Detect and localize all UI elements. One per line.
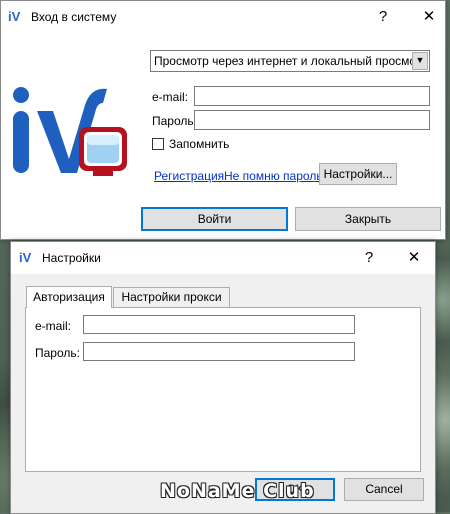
login-button[interactable]: Войти <box>141 207 288 231</box>
tab-proxy-label: Настройки прокси <box>121 290 222 304</box>
register-link[interactable]: Регистрация <box>154 169 224 183</box>
close-button[interactable]: Закрыть <box>295 207 441 231</box>
tab-authorization[interactable]: Авторизация <box>26 286 112 308</box>
iv-logo <box>7 83 137 193</box>
login-titlebar: iV Вход в систему ? ✕ <box>1 1 445 33</box>
tab-authorization-label: Авторизация <box>33 290 105 304</box>
password-label: Пароль: <box>35 346 80 360</box>
settings-window: iV Настройки ? ✕ Авторизация Настройки п… <box>10 241 436 514</box>
remember-checkbox[interactable] <box>152 138 164 150</box>
settings-titlebar: iV Настройки ? ✕ <box>11 242 435 274</box>
password-field[interactable] <box>83 342 355 361</box>
email-field[interactable] <box>194 86 430 106</box>
view-mode-value: Просмотр через интернет и локальный прос… <box>154 54 429 68</box>
login-window-title: Вход в систему <box>31 10 117 24</box>
help-button[interactable]: ? <box>371 6 395 28</box>
view-mode-select[interactable]: Просмотр через интернет и локальный прос… <box>150 50 430 72</box>
email-label: e-mail: <box>35 319 72 333</box>
email-label: e-mail: <box>152 90 189 104</box>
help-button[interactable]: ? <box>357 247 381 269</box>
tab-proxy-settings[interactable]: Настройки прокси <box>113 287 230 307</box>
app-icon: iV <box>8 9 21 24</box>
watermark-text: NoNaMe Club <box>160 480 315 502</box>
remember-label: Запомнить <box>169 137 230 151</box>
login-window: iV Вход в систему ? ✕ Просмотр через инт… <box>0 0 446 240</box>
forgot-password-link[interactable]: Не помню пароль <box>224 169 323 183</box>
iv-logo-icon <box>13 87 127 176</box>
close-window-button[interactable]: ✕ <box>402 247 426 269</box>
chevron-down-icon[interactable]: ▼ <box>412 52 428 70</box>
settings-button[interactable]: Настройки... <box>319 163 397 185</box>
password-field[interactable] <box>194 110 430 130</box>
password-label: Пароль: <box>152 114 197 128</box>
settings-window-title: Настройки <box>42 251 101 265</box>
email-field[interactable] <box>83 315 355 334</box>
close-window-button[interactable]: ✕ <box>417 6 441 28</box>
cancel-button[interactable]: Cancel <box>344 478 424 501</box>
app-icon: iV <box>19 250 32 265</box>
